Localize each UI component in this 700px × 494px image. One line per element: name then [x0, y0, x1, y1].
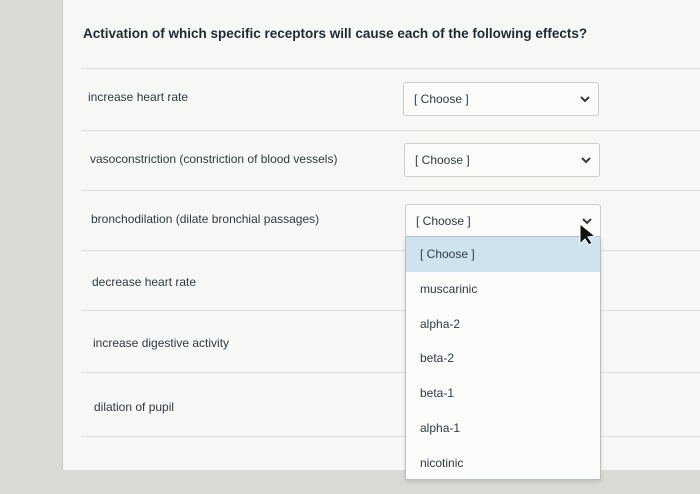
- receptor-options-list[interactable]: [ Choose ] muscarinic alpha-2 beta-2 bet…: [405, 236, 601, 480]
- question-text: Activation of which specific receptors w…: [83, 26, 588, 41]
- receptor-select-increase-heart-rate[interactable]: [ Choose ]: [403, 82, 599, 116]
- divider: [81, 372, 700, 373]
- effect-label-decrease-heart-rate: decrease heart rate: [92, 275, 197, 289]
- effect-label-bronchodilation: bronchodilation (dilate bronchial passag…: [91, 212, 320, 226]
- effect-label-vasoconstriction: vasoconstriction (constriction of blood …: [90, 152, 338, 166]
- chevron-down-icon: [581, 157, 591, 164]
- option-alpha-2[interactable]: alpha-2: [406, 307, 600, 342]
- option-nicotinic[interactable]: nicotinic: [406, 446, 600, 481]
- select-value: [ Choose ]: [414, 92, 469, 106]
- divider: [81, 310, 700, 311]
- option-alpha-1[interactable]: alpha-1: [406, 411, 600, 446]
- receptor-select-vasoconstriction[interactable]: [ Choose ]: [404, 143, 600, 177]
- effect-label-increase-digestive-activity: increase digestive activity: [93, 336, 230, 350]
- divider: [81, 130, 700, 131]
- quiz-question-panel: Activation of which specific receptors w…: [62, 0, 700, 480]
- divider: [81, 436, 700, 437]
- divider: [81, 190, 700, 191]
- effect-label-dilation-of-pupil: dilation of pupil: [94, 400, 175, 414]
- divider: [81, 250, 700, 251]
- select-value: [ Choose ]: [415, 153, 470, 167]
- option-muscarinic[interactable]: muscarinic: [406, 272, 600, 307]
- option-beta-1[interactable]: beta-1: [406, 376, 600, 411]
- chevron-down-icon: [580, 96, 590, 103]
- divider: [81, 68, 700, 69]
- effect-label-increase-heart-rate: increase heart rate: [88, 90, 189, 104]
- select-value: [ Choose ]: [416, 214, 471, 228]
- mouse-cursor-icon: [579, 222, 596, 246]
- option-beta-2[interactable]: beta-2: [406, 341, 600, 376]
